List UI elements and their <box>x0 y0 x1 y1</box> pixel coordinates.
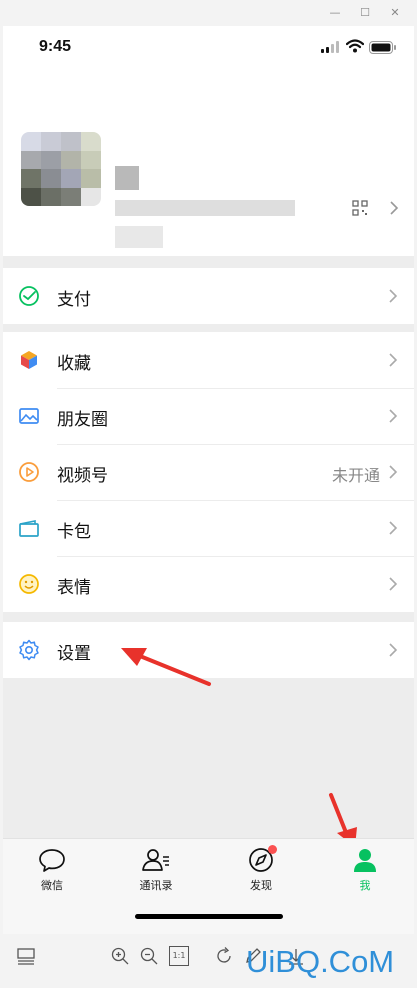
chevron-right-icon <box>389 521 398 535</box>
menu-label-stickers: 表情 <box>57 578 91 598</box>
channels-status-value: 未开通 <box>331 466 380 485</box>
phone-screen: 9:45 支付 收藏 朋友圈 视频号 未开通 卡包 表情 设置 微信 通讯录 发… <box>3 26 414 934</box>
picture-icon <box>19 408 39 424</box>
profile-status-blur <box>115 226 163 248</box>
notification-dot <box>268 845 277 854</box>
services-group: 收藏 朋友圈 视频号 未开通 卡包 表情 <box>3 332 414 612</box>
person-icon <box>354 849 376 872</box>
chevron-right-icon <box>389 409 398 423</box>
profile-header[interactable] <box>3 70 414 256</box>
menu-label-cards: 卡包 <box>57 522 91 542</box>
wallet-check-icon <box>19 286 39 306</box>
menu-item-moments[interactable]: 朋友圈 <box>3 388 414 444</box>
maximize-button[interactable]: ☐ <box>356 4 374 22</box>
home-indicator[interactable] <box>135 914 283 919</box>
zoom-in-icon[interactable] <box>110 946 130 966</box>
tab-contacts[interactable]: 通讯录 <box>116 847 196 897</box>
profile-name <box>115 166 139 190</box>
chevron-right-icon <box>390 201 399 215</box>
close-button[interactable]: ✕ <box>386 4 404 22</box>
gear-icon <box>19 639 39 661</box>
cube-icon <box>21 351 37 369</box>
layout-icon[interactable] <box>16 946 36 966</box>
tab-label: 我 <box>359 879 371 892</box>
menu-label-pay: 支付 <box>57 290 91 310</box>
menu-label-settings: 设置 <box>57 644 91 664</box>
cellular-signal-icon <box>321 41 339 53</box>
chevron-right-icon <box>389 289 398 303</box>
tab-label: 发现 <box>250 879 272 892</box>
play-circle-icon <box>19 462 39 482</box>
pay-group: 支付 <box>3 268 414 324</box>
contacts-icon <box>142 849 169 871</box>
menu-item-favorites[interactable]: 收藏 <box>3 332 414 388</box>
avatar[interactable] <box>21 132 101 206</box>
actual-size-button[interactable]: 1:1 <box>169 946 189 966</box>
chat-bubble-icon <box>39 849 65 872</box>
menu-label-favorites: 收藏 <box>57 354 91 374</box>
watermark: UiBQ.CoM <box>246 944 395 979</box>
app-window: — ☐ ✕ 9:45 支付 收藏 朋友圈 视频号 未开通 卡包 表情 设置 微信… <box>0 0 417 988</box>
menu-item-channels[interactable]: 视频号 未开通 <box>3 444 414 500</box>
chevron-right-icon <box>389 643 398 657</box>
smiley-icon <box>19 574 39 594</box>
chevron-right-icon <box>389 577 398 591</box>
window-titlebar: — ☐ ✕ <box>0 0 417 26</box>
profile-wechat-id <box>115 200 295 216</box>
rotate-icon[interactable] <box>214 946 234 966</box>
minimize-button[interactable]: — <box>326 4 344 22</box>
menu-item-stickers[interactable]: 表情 <box>3 556 414 612</box>
tab-label: 通讯录 <box>139 879 173 892</box>
status-bar: 9:45 <box>3 26 414 70</box>
battery-icon <box>369 41 396 54</box>
tab-chats[interactable]: 微信 <box>12 847 92 897</box>
chevron-right-icon <box>389 353 398 367</box>
menu-label-channels: 视频号 <box>57 466 108 486</box>
menu-label-moments: 朋友圈 <box>57 410 108 430</box>
wifi-icon <box>346 39 364 53</box>
bottom-tab-bar: 微信 通讯录 发现 我 <box>3 838 414 934</box>
menu-item-cards[interactable]: 卡包 <box>3 500 414 556</box>
tab-discover[interactable]: 发现 <box>221 847 301 897</box>
chevron-right-icon <box>389 465 398 479</box>
card-icon <box>19 520 39 537</box>
tab-label: 微信 <box>41 879 63 892</box>
qr-code-icon[interactable] <box>352 200 368 216</box>
annotation-arrow-settings <box>121 648 211 686</box>
zoom-out-icon[interactable] <box>139 946 159 966</box>
tab-me[interactable]: 我 <box>325 847 405 897</box>
status-time: 9:45 <box>39 38 72 55</box>
menu-item-pay[interactable]: 支付 <box>3 268 414 324</box>
